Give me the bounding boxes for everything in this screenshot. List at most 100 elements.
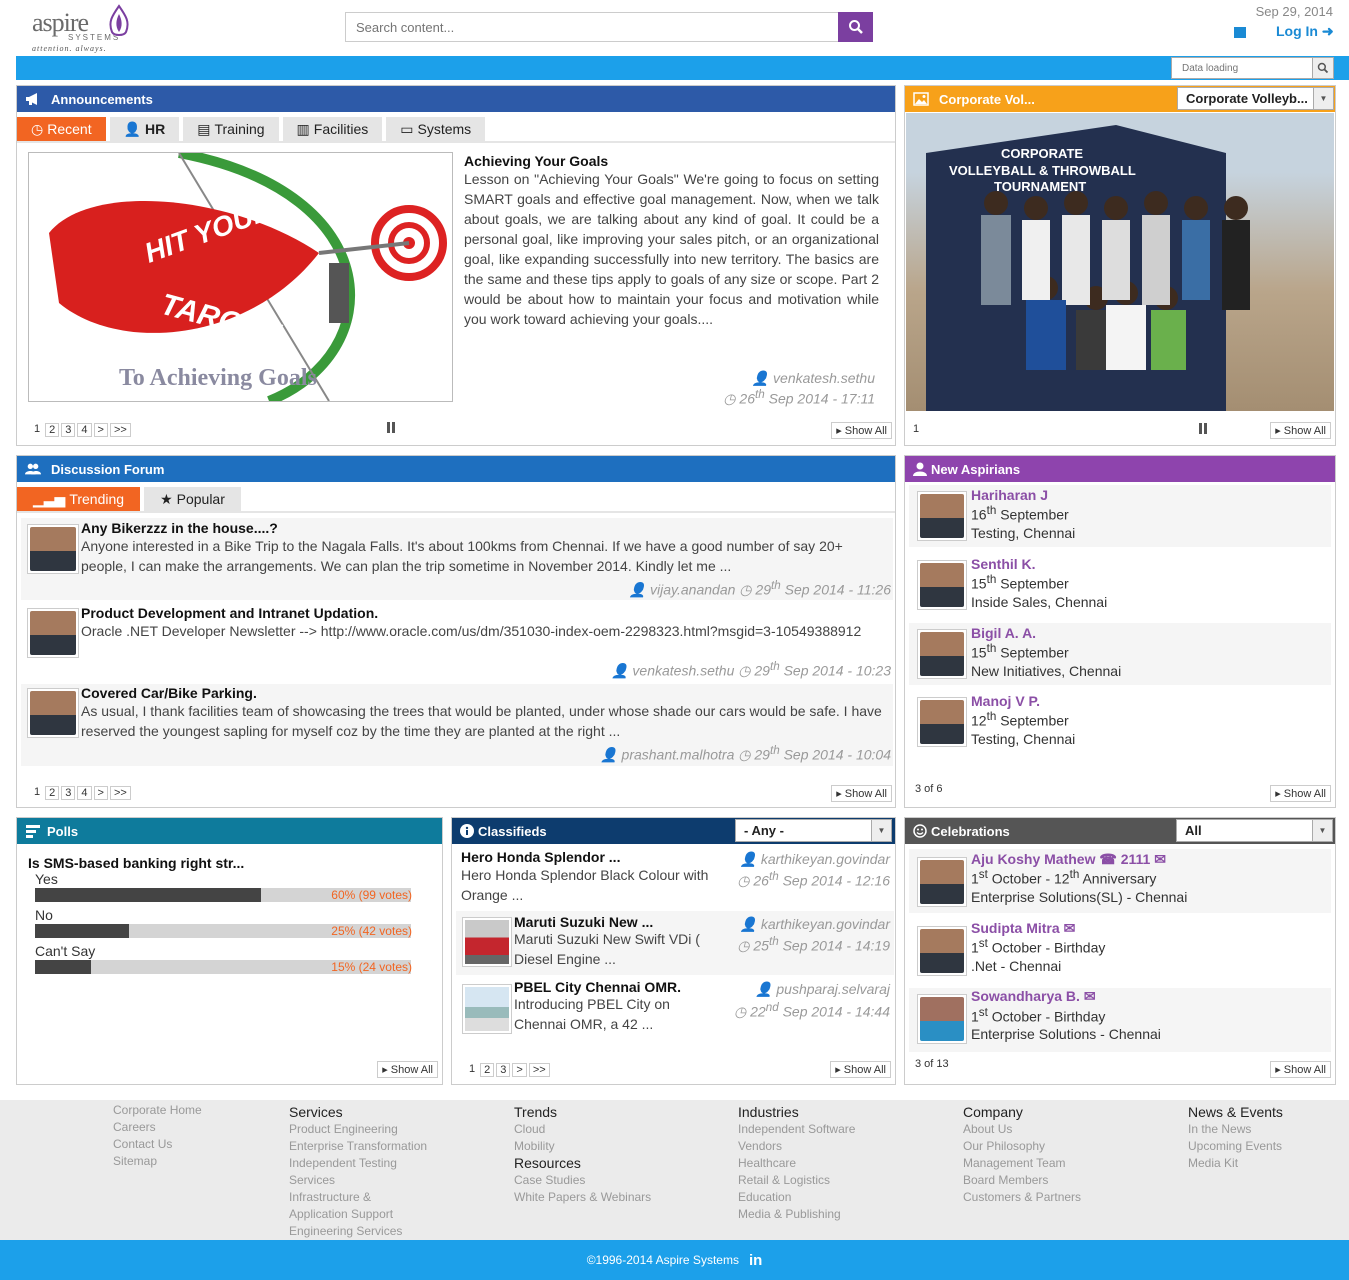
footer-link[interactable]: Services (289, 1172, 427, 1189)
show-all-button[interactable]: ▸ Show All (831, 422, 892, 439)
show-all-button[interactable]: ▸ Show All (377, 1061, 438, 1078)
footer-link[interactable]: Case Studies (514, 1172, 651, 1189)
album-dropdown[interactable]: Corporate Volleyb... ▼ (1177, 87, 1334, 110)
event-photo[interactable]: CORPORATE VOLLEYBALL & THROWBALL TOURNAM… (906, 113, 1334, 411)
footer-link[interactable]: In the News (1188, 1121, 1283, 1138)
page-last[interactable]: >> (109, 423, 131, 437)
celebrant-name[interactable]: Aju Koshy Mathew (971, 851, 1095, 867)
aspirian-item[interactable]: Bigil A. A. 15th September New Initiativ… (909, 623, 1331, 685)
page-2[interactable]: 2 (480, 1063, 495, 1077)
search-input[interactable] (345, 12, 839, 42)
footer-link[interactable]: Retail & Logistics (738, 1172, 855, 1189)
page-3[interactable]: 3 (61, 786, 76, 800)
aspirian-item[interactable]: Manoj V P. 12th September Testing, Chenn… (909, 691, 1331, 753)
announcement-title[interactable]: Achieving Your Goals (464, 153, 879, 169)
footer-link[interactable]: Infrastructure & (289, 1189, 427, 1206)
linkedin-icon[interactable]: in (749, 1252, 762, 1269)
show-all-button[interactable]: ▸ Show All (1270, 785, 1331, 802)
page-2[interactable]: 2 (45, 786, 60, 800)
classified-item[interactable]: Hero Honda Splendor ... Hero Honda Splen… (456, 848, 894, 906)
data-search-button[interactable] (1312, 57, 1334, 79)
aspirian-name[interactable]: Manoj V P. (971, 693, 1040, 709)
forum-thread[interactable]: Covered Car/Bike Parking. As usual, I th… (21, 684, 893, 766)
forum-thread[interactable]: Product Development and Intranet Updatio… (21, 604, 893, 682)
footer-link[interactable]: Independent Testing (289, 1155, 427, 1172)
classified-title[interactable]: Maruti Suzuki New ... (514, 914, 653, 930)
page-2[interactable]: 2 (45, 423, 60, 437)
footer-link[interactable]: Cloud (514, 1121, 651, 1138)
celebration-filter-dropdown[interactable]: All ▼ (1176, 819, 1333, 842)
footer-link[interactable]: Management Team (963, 1155, 1081, 1172)
tab-hr[interactable]: 👤 HR (109, 117, 180, 141)
aspirian-name[interactable]: Bigil A. A. (971, 625, 1036, 641)
footer-link[interactable]: Sitemap (113, 1153, 202, 1170)
page-next[interactable]: > (512, 1063, 527, 1077)
page-last[interactable]: >> (528, 1063, 550, 1077)
celebrant-name[interactable]: Sowandharya B. (971, 988, 1080, 1004)
page-4[interactable]: 4 (77, 786, 92, 800)
tab-recent[interactable]: ◷ Recent (17, 117, 106, 141)
footer-heading[interactable]: Services (289, 1104, 427, 1121)
show-all-button[interactable]: ▸ Show All (831, 785, 892, 802)
page-1[interactable]: 1 (31, 786, 44, 800)
footer-link[interactable]: Healthcare (738, 1155, 855, 1172)
calendar-icon[interactable] (1234, 27, 1246, 38)
page-3[interactable]: 3 (496, 1063, 511, 1077)
footer-heading[interactable]: Resources (514, 1155, 651, 1172)
celebration-item[interactable]: Sowandharya B. ✉ 1st October - Birthday … (909, 988, 1331, 1052)
footer-heading[interactable]: News & Events (1188, 1104, 1283, 1121)
footer-link[interactable]: Independent Software (738, 1121, 855, 1138)
mail-icon[interactable]: ✉ (1064, 920, 1076, 936)
classified-item[interactable]: Maruti Suzuki New ... Maruti Suzuki New … (456, 911, 894, 975)
login-link[interactable]: Log In ➜ (1276, 23, 1334, 40)
show-all-button[interactable]: ▸ Show All (1270, 1061, 1331, 1078)
footer-link[interactable]: About Us (963, 1121, 1081, 1138)
aspire-logo[interactable]: aspire SYSTEMS attention. always. (30, 4, 140, 53)
poll-question[interactable]: Is SMS-based banking right str... (28, 855, 244, 871)
footer-link[interactable]: Media & Publishing (738, 1206, 855, 1223)
tab-facilities[interactable]: ▥ Facilities (282, 117, 383, 141)
category-dropdown[interactable]: - Any - ▼ (735, 819, 892, 842)
footer-heading[interactable]: Trends (514, 1104, 651, 1121)
footer-link[interactable]: Upcoming Events (1188, 1138, 1283, 1155)
footer-link[interactable]: Mobility (514, 1138, 651, 1155)
classified-title[interactable]: Hero Honda Splendor ... (461, 849, 620, 865)
celebrant-name[interactable]: Sudipta Mitra (971, 920, 1060, 936)
tab-training[interactable]: ▤ Training (183, 117, 279, 141)
page-next[interactable]: > (93, 786, 108, 800)
classified-title[interactable]: PBEL City Chennai OMR. (514, 979, 681, 995)
pause-icon[interactable] (387, 422, 395, 433)
announcement-image[interactable]: HIT YOUR TARGET To Achieving Goals (28, 152, 453, 402)
tab-trending[interactable]: ▁▃▅ Trending (17, 487, 141, 511)
footer-link[interactable]: Contact Us (113, 1136, 202, 1153)
celebration-item[interactable]: Aju Koshy Mathew ☎ 2111 ✉ 1st October - … (909, 849, 1331, 913)
thread-title[interactable]: Covered Car/Bike Parking. (81, 685, 257, 701)
aspirian-item[interactable]: Senthil K. 15th September Inside Sales, … (909, 554, 1331, 616)
page-4[interactable]: 4 (77, 423, 92, 437)
footer-link[interactable]: Enterprise Transformation (289, 1138, 427, 1155)
footer-link[interactable]: Careers (113, 1119, 202, 1136)
footer-link[interactable]: Board Members (963, 1172, 1081, 1189)
pause-icon[interactable] (1199, 423, 1207, 434)
footer-link[interactable]: Application Support (289, 1206, 427, 1223)
aspirian-item[interactable]: Hariharan J 16th September Testing, Chen… (909, 485, 1331, 547)
footer-link[interactable]: Education (738, 1189, 855, 1206)
mail-icon[interactable]: ✉ (1084, 988, 1096, 1004)
search-button[interactable] (838, 12, 873, 42)
page-1[interactable]: 1 (466, 1063, 479, 1077)
page-1[interactable]: 1 (31, 423, 44, 437)
tab-systems[interactable]: ▭ Systems (386, 117, 486, 141)
page-3[interactable]: 3 (61, 423, 76, 437)
footer-link[interactable]: Our Philosophy (963, 1138, 1081, 1155)
footer-heading[interactable]: Company (963, 1104, 1081, 1121)
data-loading-input[interactable] (1171, 57, 1313, 79)
page-next[interactable]: > (93, 423, 108, 437)
footer-link[interactable]: Product Engineering (289, 1121, 427, 1138)
footer-link[interactable]: Engineering Services (289, 1223, 427, 1240)
footer-link[interactable]: Media Kit (1188, 1155, 1283, 1172)
tab-popular[interactable]: ★ Popular (144, 487, 241, 511)
forum-thread[interactable]: Any Bikerzzz in the house....? Anyone in… (21, 518, 893, 600)
footer-link[interactable]: Vendors (738, 1138, 855, 1155)
celebration-item[interactable]: Sudipta Mitra ✉ 1st October - Birthday .… (909, 918, 1331, 982)
mail-icon[interactable]: ✉ (1154, 851, 1166, 867)
